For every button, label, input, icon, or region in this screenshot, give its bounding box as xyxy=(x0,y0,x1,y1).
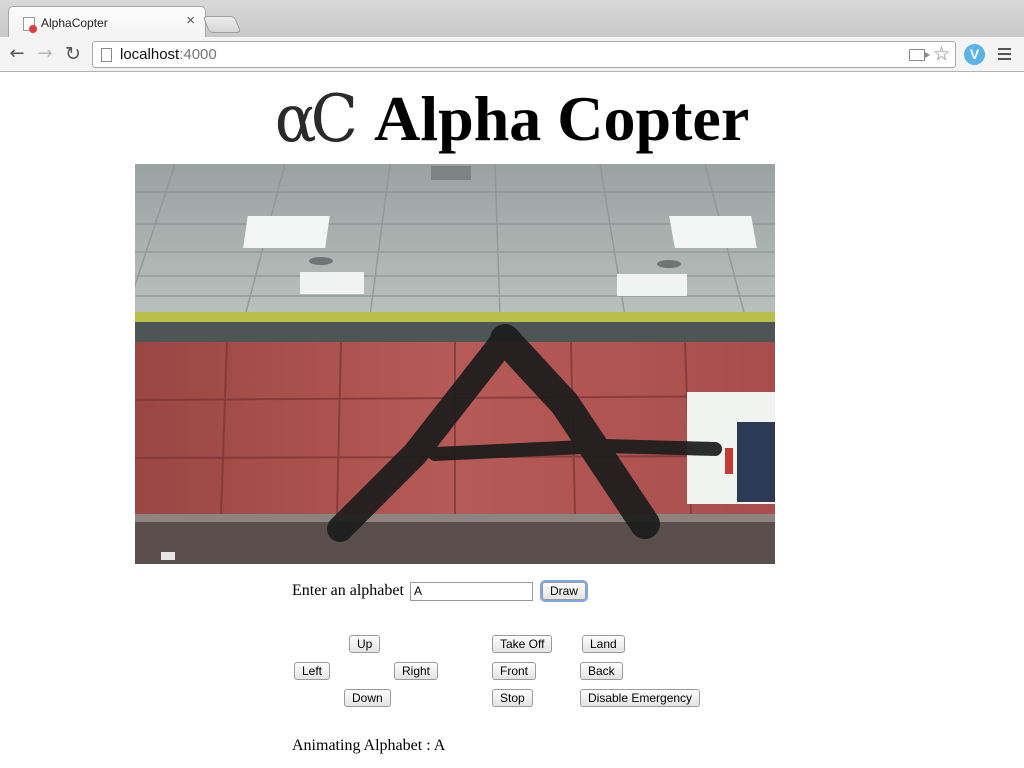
camera-icon[interactable] xyxy=(909,49,930,61)
camera-feed-image xyxy=(135,164,775,564)
url-host: localhost xyxy=(120,46,180,63)
alphabet-label: Enter an alphabet xyxy=(292,582,404,599)
land-button[interactable]: Land xyxy=(582,635,625,653)
draw-button[interactable]: Draw xyxy=(541,582,586,600)
page-title: Alpha Copter xyxy=(374,83,750,154)
back-button[interactable]: Back xyxy=(580,662,623,680)
draw-form: Enter an alphabet Draw xyxy=(292,580,586,602)
page-icon xyxy=(101,48,112,62)
address-bar[interactable]: localhost:4000 ☆ xyxy=(92,41,956,68)
animation-status: Animating Alphabet : A xyxy=(292,737,446,754)
bookmark-star-icon[interactable]: ☆ xyxy=(933,43,950,65)
alphabet-input[interactable] xyxy=(409,581,533,601)
disable-emergency-button[interactable]: Disable Emergency xyxy=(580,689,701,707)
browser-toolbar: ← → ↻ localhost:4000 ☆ V xyxy=(0,37,1024,72)
stop-button[interactable]: Stop xyxy=(492,689,533,707)
page-favicon-icon xyxy=(23,17,37,33)
url-port: :4000 xyxy=(179,46,217,63)
reload-icon[interactable]: ↻ xyxy=(61,41,85,67)
close-tab-icon[interactable]: × xyxy=(186,13,195,28)
tab-title: AlphaCopter xyxy=(41,16,108,30)
take-off-button[interactable]: Take Off xyxy=(492,635,553,653)
down-button[interactable]: Down xyxy=(344,689,391,707)
browser-tabstrip: AlphaCopter × xyxy=(0,0,1024,37)
alpha-copter-logo: αC xyxy=(274,80,358,157)
back-arrow-icon[interactable]: ← xyxy=(5,41,29,67)
extension-icon[interactable]: V xyxy=(964,44,985,65)
forward-arrow-icon[interactable]: → xyxy=(33,41,57,67)
up-button[interactable]: Up xyxy=(349,635,381,653)
right-button[interactable]: Right xyxy=(394,662,439,680)
left-button[interactable]: Left xyxy=(294,662,331,680)
front-button[interactable]: Front xyxy=(492,662,537,680)
browser-tab[interactable]: AlphaCopter × xyxy=(8,6,206,37)
url-text[interactable]: localhost:4000 xyxy=(120,46,217,63)
new-tab-button[interactable] xyxy=(202,16,242,33)
menu-icon[interactable] xyxy=(998,48,1011,60)
page-header: αC Alpha Copter xyxy=(0,80,1024,158)
